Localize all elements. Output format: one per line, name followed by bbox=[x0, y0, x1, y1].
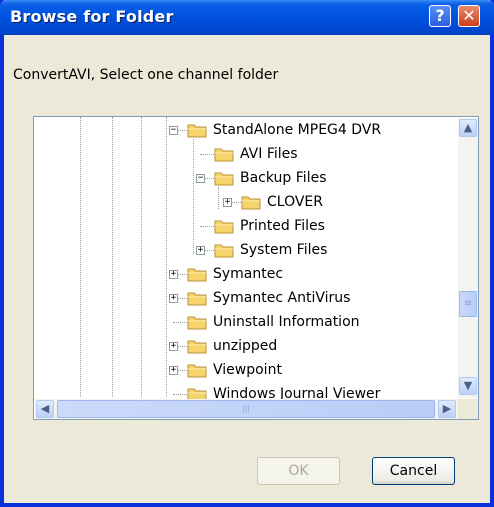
folder-icon bbox=[187, 316, 207, 330]
tree-item-label: Symantec AntiVirus bbox=[213, 290, 351, 306]
scroll-left-button[interactable]: ◀ bbox=[36, 400, 54, 418]
tree-connector bbox=[200, 154, 214, 155]
horizontal-scrollbar[interactable]: ◀ ||| ▶ bbox=[35, 399, 458, 419]
expand-icon[interactable]: + bbox=[223, 198, 232, 207]
tree-line bbox=[193, 139, 194, 254]
folder-tree[interactable]: StandAlone MPEG4 DVR − AVI Files Backup Fil… bbox=[33, 116, 479, 420]
ok-button[interactable]: OK bbox=[257, 457, 340, 485]
collapse-icon[interactable]: − bbox=[169, 126, 178, 135]
cancel-button[interactable]: Cancel bbox=[372, 457, 455, 485]
vertical-scroll-thumb[interactable]: ≡ bbox=[459, 291, 477, 317]
tree-line bbox=[218, 187, 219, 209]
tree-item-viewpoint[interactable]: Viewpoint + bbox=[169, 359, 454, 381]
tree-item-label: AVI Files bbox=[240, 146, 298, 162]
scroll-up-button[interactable]: ▲ bbox=[459, 119, 477, 137]
close-button[interactable]: ✕ bbox=[458, 5, 480, 27]
tree-item-label: StandAlone MPEG4 DVR bbox=[213, 122, 382, 138]
folder-icon bbox=[214, 244, 234, 258]
vertical-scrollbar[interactable]: ▲ ≡ ▼ bbox=[458, 118, 478, 398]
tree-item-label: Viewpoint bbox=[213, 362, 282, 378]
tree-item-label: Printed Files bbox=[240, 218, 325, 234]
expand-icon[interactable]: + bbox=[169, 270, 178, 279]
dialog-prompt: ConvertAVI, Select one channel folder bbox=[13, 67, 279, 83]
tree-item-label: System Files bbox=[240, 242, 328, 258]
tree-line bbox=[112, 117, 113, 397]
tree-item-standalone-mpeg4-dvr[interactable]: StandAlone MPEG4 DVR − bbox=[169, 119, 454, 141]
tree-item-avi-files[interactable]: AVI Files bbox=[200, 143, 454, 165]
expand-icon[interactable]: + bbox=[169, 342, 178, 351]
folder-icon bbox=[187, 268, 207, 282]
folder-icon bbox=[187, 340, 207, 354]
title-bar[interactable]: Browse for Folder ? ✕ bbox=[0, 0, 494, 35]
tree-line bbox=[141, 117, 142, 397]
tree-item-label: unzipped bbox=[213, 338, 278, 354]
expand-icon[interactable]: + bbox=[169, 294, 178, 303]
expand-icon[interactable]: + bbox=[196, 246, 205, 255]
scroll-right-button[interactable]: ▶ bbox=[438, 400, 456, 418]
browse-for-folder-dialog: Browse for Folder ? ✕ ConvertAVI, Select… bbox=[0, 0, 494, 507]
tree-line bbox=[80, 117, 81, 397]
tree-item-symantec-antivirus[interactable]: Symantec AntiVirus + bbox=[169, 287, 454, 309]
tree-item-symantec[interactable]: Symantec + bbox=[169, 263, 454, 285]
tree-item-printed-files[interactable]: Printed Files bbox=[200, 215, 454, 237]
tree-item-label: CLOVER bbox=[267, 194, 323, 210]
collapse-icon[interactable]: − bbox=[196, 174, 205, 183]
tree-connector bbox=[200, 226, 214, 227]
window-title: Browse for Folder bbox=[10, 7, 174, 26]
folder-icon bbox=[187, 124, 207, 138]
tree-item-uninstall-information[interactable]: Uninstall Information bbox=[173, 311, 454, 333]
tree-item-clover[interactable]: CLOVER + bbox=[223, 191, 454, 213]
tree-item-label: Symantec bbox=[213, 266, 284, 282]
tree-line bbox=[166, 117, 167, 397]
tree-item-label: Uninstall Information bbox=[213, 314, 360, 330]
help-button[interactable]: ? bbox=[429, 5, 451, 27]
folder-icon bbox=[214, 148, 234, 162]
tree-connector bbox=[173, 394, 187, 395]
folder-icon bbox=[187, 364, 207, 378]
expand-icon[interactable]: + bbox=[169, 366, 178, 375]
tree-connector bbox=[173, 322, 187, 323]
tree-item-backup-files[interactable]: Backup Files − bbox=[196, 167, 454, 189]
horizontal-scroll-thumb[interactable]: ||| bbox=[57, 400, 435, 418]
tree-item-unzipped[interactable]: unzipped + bbox=[169, 335, 454, 357]
folder-icon bbox=[241, 196, 261, 210]
folder-icon bbox=[187, 292, 207, 306]
folder-icon bbox=[214, 220, 234, 234]
tree-item-system-files[interactable]: System Files + bbox=[196, 239, 454, 261]
scrollbar-corner bbox=[458, 399, 478, 419]
folder-icon bbox=[214, 172, 234, 186]
tree-item-label: Backup Files bbox=[240, 170, 327, 186]
scroll-down-button[interactable]: ▼ bbox=[459, 377, 477, 395]
